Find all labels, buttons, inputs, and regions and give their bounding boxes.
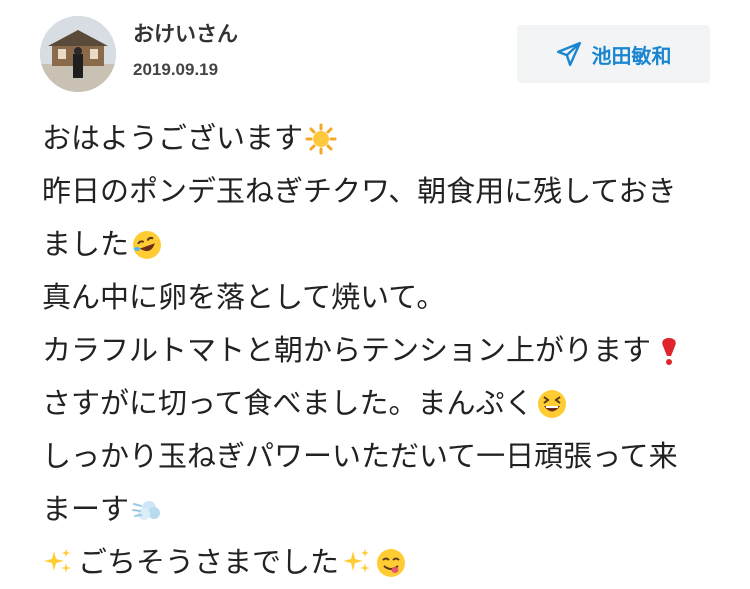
grinning-squinting-emoji-icon [536,388,568,420]
username: おけいさん [133,22,238,46]
yum-face-emoji-icon [375,547,407,579]
red-exclamation-emoji-icon [653,335,685,367]
post-line: 昨日のポンデ玉ねぎチクワ、朝食用に残しておき [42,165,712,218]
post-line-text: おはようございます [42,121,304,155]
post-line-text: 真ん中に卵を落として焼いて。 [42,280,446,314]
post-body: おはようございます 昨日のポンデ玉ねぎチクワ、朝食用に残しておき ました 真ん中… [42,112,712,589]
dashing-away-emoji-icon [131,494,163,526]
mention-label: 池田敏和 [591,43,672,68]
post-line: ました [42,218,712,271]
post-line: まーす [42,483,712,536]
sparkles-emoji-icon [341,547,373,579]
post-date: 2019.09.19 [133,60,219,79]
mention-button[interactable]: 池田敏和 [517,25,710,83]
sun-emoji-icon [305,123,337,155]
rolling-laughing-emoji-icon [131,229,163,261]
post-line-text: しっかり玉ねぎパワーいただいて一日頑張って来 [42,439,678,473]
post-line-text: さすがに切って食べました。まんぷく [42,386,534,420]
post-line-text: ました [42,227,130,261]
avatar[interactable] [40,16,116,92]
sparkles-emoji-icon [42,547,74,579]
post-line: カラフルトマトと朝からテンション上がります [42,324,712,377]
post-line: さすがに切って食べました。まんぷく [42,377,712,430]
post-line-text: まーす [42,492,130,526]
paper-plane-icon [556,41,581,67]
post-line: おはようございます [42,112,712,165]
post-line-text: カラフルトマトと朝からテンション上がります [42,333,652,367]
post-line-text: ごちそうさまでした [78,545,340,579]
post-line: ごちそうさまでした [42,536,712,589]
post-line: 真ん中に卵を落として焼いて。 [42,271,712,324]
post-line-text: 昨日のポンデ玉ねぎチクワ、朝食用に残しておき [42,174,677,208]
post-line: しっかり玉ねぎパワーいただいて一日頑張って来 [42,430,712,483]
